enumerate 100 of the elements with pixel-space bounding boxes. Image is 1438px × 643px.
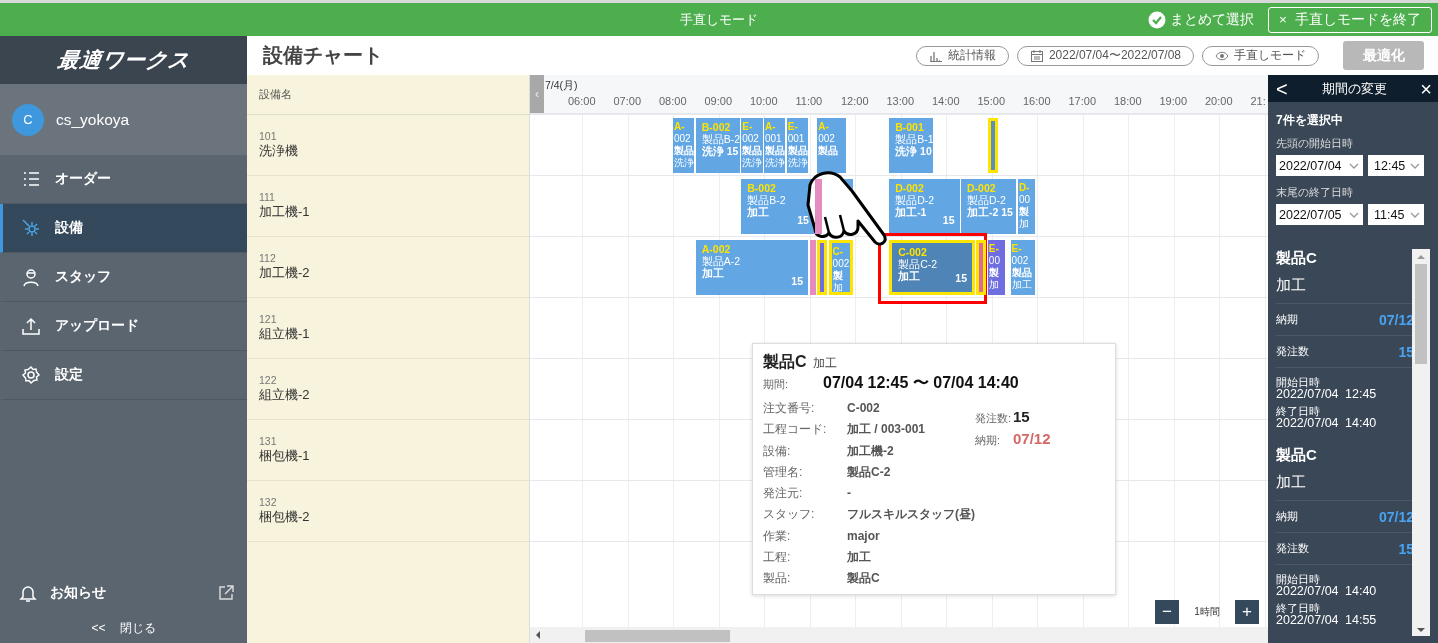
scroll-up-arrow-icon [1416,253,1426,261]
task-bar[interactable] [987,118,998,173]
user-name: cs_yokoya [56,110,130,129]
field-label: 末尾の終了日時 [1276,186,1354,200]
equipment-name: 組立機-2 [259,386,311,404]
field-value: - [847,485,852,502]
task-bar[interactable]: D-002 製品D-2 加工-2 15 [961,179,1017,234]
field-value: 加工機-2 [847,442,895,460]
hour-label: 21: [1250,95,1266,107]
card-process: 加工 [1276,276,1307,295]
task-bar[interactable]: E- 002 製品 洗浄 [741,118,763,173]
toolbar-button[interactable]: 統計情報 [915,45,1009,66]
horizontal-scrollbar[interactable] [530,627,1268,643]
hour-label: 18:00 [1114,95,1142,107]
equipment-code: 101 [259,130,278,142]
task-bar[interactable] [817,240,828,295]
scroll-left-arrow-icon [534,630,542,640]
task-bar[interactable]: D-002 製品D-2 加工-1 15 [889,179,960,234]
task-bar[interactable]: A-002 製品A-2 加工 15 [695,240,808,295]
due-date-value: 07/12 [1378,311,1414,328]
field-label: 納期: [975,433,1002,448]
bulk-select-label[interactable]: まとめて選択 [1170,10,1255,29]
list-icon [21,169,41,189]
field-label: 設備: [763,442,792,460]
collapse-sidebar-button[interactable]: << 閉じる [0,613,247,643]
column-header: 設備名 [247,75,530,115]
tooltip-subtitle: 加工 [812,355,837,372]
task-bar[interactable]: A- 001 製品 洗浄 [764,118,786,173]
equipment-name: 梱包機-1 [259,447,311,465]
hour-label: 19:00 [1159,95,1188,107]
field-value: 製品C [847,570,881,588]
hour-label: 09:00 [704,95,733,107]
time-select[interactable]: 12:45 [1368,155,1424,176]
hour-label: 07:00 [613,95,642,107]
mode-title: 手直しモード [680,11,758,29]
scrollbar-thumb[interactable] [1415,264,1427,364]
equipment-icon [21,218,41,238]
due-date-value: 07/12 [1013,430,1052,447]
field-value: 加工 [847,549,872,566]
scroll-down-arrow-icon [1416,626,1426,634]
field-label: 注文番号: [763,400,816,417]
field-label: 期間: [763,377,790,392]
date-select[interactable]: 2022/07/04 [1276,155,1363,176]
task-bar[interactable]: E- 002 製品 加工 [1010,240,1036,295]
task-bar[interactable]: D- 00 製 加 [1017,179,1036,234]
task-bar[interactable]: B-001 製品B-1 洗浄 10 [889,118,934,173]
hour-label: 11:00 [795,95,823,107]
notice-link[interactable]: お知らせ [50,584,205,602]
settings-icon [21,365,41,385]
close-button[interactable]: × [1420,78,1432,99]
field-label: 発注数 [1276,344,1309,359]
field-value: 加工 / 003-001 [847,421,927,439]
task-bar[interactable] [809,240,816,295]
hour-label: 17:00 [1068,95,1097,107]
back-button[interactable]: < [1276,78,1288,99]
user-avatar: C [12,103,44,136]
task-bar[interactable]: C-002 製品C-2 加工 15 [889,240,975,295]
period-value: 07/04 12:45 〜 07/04 14:40 [823,373,1019,393]
field-label: 先頭の開始日時 [1276,137,1354,151]
task-bar[interactable]: A- 002 製品 [817,118,846,173]
end-datetime: 2022/07/04 14:40 [1276,417,1378,429]
quantity-value: 15 [1013,408,1031,425]
field-value: C-002 [847,400,881,417]
equipment-code: 132 [259,496,278,508]
field-label: 納期 [1276,312,1298,327]
equipment-name: 組立機-1 [259,325,311,343]
field-value: フルスキルスタッフ(昼) [847,506,975,524]
staff-icon [21,267,41,287]
field-value: major [847,527,881,545]
bell-icon [18,583,38,603]
toolbar-button[interactable]: 手直しモード [1202,45,1319,66]
equipment-name: 梱包機-2 [259,508,311,526]
field-label: 開始日時 [1276,376,1320,388]
date-label: 7/4(月) [545,79,578,93]
task-bar[interactable]: E- 00 製 加 [987,240,1005,295]
toolbar-button[interactable]: 2022/07/04〜2022/07/08 [1016,45,1194,66]
field-label: 終了日時 [1276,405,1320,417]
hour-label: 12:00 [841,95,869,107]
page-title: 設備チャート [263,43,384,68]
card-title: 製品C [1276,249,1318,268]
task-bar[interactable]: C- 002 製 加 [828,240,854,295]
zoom-in-button[interactable]: + [1235,600,1259,624]
date-select[interactable]: 2022/07/05 [1276,204,1363,225]
selection-count: 7件を選択中 [1276,112,1344,129]
upload-icon [21,316,41,336]
scrollbar-thumb[interactable] [585,630,730,642]
task-bar[interactable] [976,240,987,295]
scroll-left-button[interactable]: ‹ [530,75,544,113]
task-bar[interactable]: E- 001 製品 洗浄 [786,118,808,173]
time-select[interactable]: 11:45 [1368,204,1424,225]
exit-mode-button[interactable]: × 手直しモードを終了 [1268,6,1432,33]
nav-item[interactable]: 設備 [0,204,247,253]
vertical-scrollbar[interactable] [1412,249,1430,636]
task-bar[interactable]: B-002 製品B-2 洗浄 15 [695,118,740,173]
field-label: 製品: [763,570,792,588]
task-bar[interactable]: A- 002 製品 洗浄 [673,118,695,173]
field-label: 発注元: [763,485,804,502]
hour-label: 14:00 [932,95,960,107]
hour-label: 16:00 [1023,95,1051,107]
zoom-out-button[interactable]: − [1155,600,1179,624]
